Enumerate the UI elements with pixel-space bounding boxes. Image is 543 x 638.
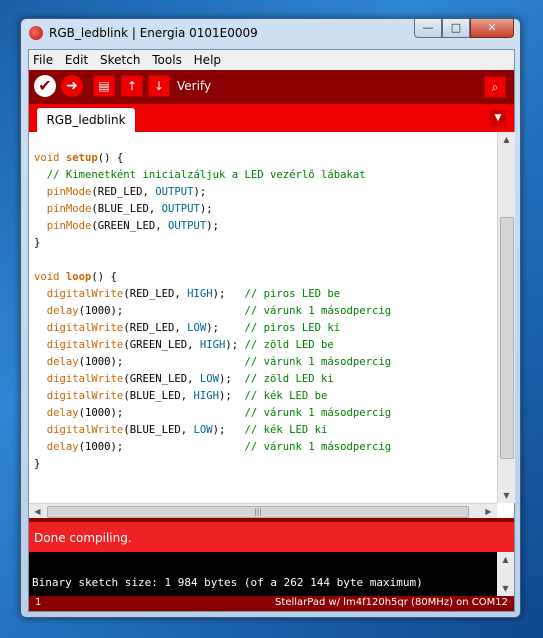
scroll-up-icon[interactable]: ▲ — [498, 132, 515, 147]
scroll-down-icon[interactable]: ▼ — [498, 488, 515, 503]
maximize-button[interactable]: □ — [442, 19, 470, 38]
serial-monitor-button[interactable]: ⌕ — [484, 76, 506, 98]
menu-help[interactable]: Help — [190, 50, 225, 67]
code-line[interactable]: void loop() { — [34, 269, 391, 286]
status-message: Done compiling. — [34, 531, 132, 545]
console-panel: Binary sketch size: 1 984 bytes (of a 26… — [29, 552, 514, 596]
scroll-right-icon[interactable]: ▶ — [480, 504, 497, 519]
code-line[interactable]: digitalWrite(BLUE_LED, HIGH); // kék LED… — [34, 388, 391, 405]
menu-sketch[interactable]: Sketch — [96, 50, 144, 67]
code-line[interactable]: digitalWrite(RED_LED, LOW); // piros LED… — [34, 320, 391, 337]
code-line[interactable]: void setup() { — [34, 150, 391, 167]
code-line[interactable]: delay(1000); // várunk 1 másodpercig — [34, 439, 391, 456]
console-output: Binary sketch size: 1 984 bytes (of a 26… — [32, 576, 423, 589]
code-line[interactable]: delay(1000); // várunk 1 másodpercig — [34, 303, 391, 320]
vertical-scroll-thumb[interactable] — [500, 217, 514, 459]
upload-button[interactable]: ➜ — [61, 75, 83, 97]
window-controls: — □ ✕ — [414, 19, 514, 39]
title-bar[interactable]: RGB_ledblink | Energia 0101E0009 — □ ✕ — [21, 19, 520, 49]
code-line[interactable]: // Kimenetként inicialzáljuk a LED vezér… — [34, 167, 391, 184]
code-line[interactable]: pinMode(RED_LED, OUTPUT); — [34, 184, 391, 201]
menu-file[interactable]: File — [29, 50, 57, 67]
code-line[interactable]: delay(1000); // várunk 1 másodpercig — [34, 354, 391, 371]
open-button[interactable]: ↑ — [121, 75, 143, 97]
code-line[interactable]: pinMode(GREEN_LED, OUTPUT); — [34, 218, 391, 235]
console-scrollbar[interactable]: ▲ ▼ — [497, 552, 514, 596]
energia-app-icon — [29, 26, 43, 40]
horizontal-scrollbar[interactable]: ◀ ||| ▶ — [29, 503, 497, 519]
minimize-button[interactable]: — — [414, 19, 442, 38]
tab-rgb-ledblink[interactable]: RGB_ledblink — [37, 108, 135, 132]
code-line[interactable] — [34, 252, 391, 269]
code-line[interactable]: pinMode(BLUE_LED, OUTPUT); — [34, 201, 391, 218]
new-button[interactable]: ▤ — [93, 75, 115, 97]
menu-tools[interactable]: Tools — [148, 50, 186, 67]
horizontal-scroll-thumb[interactable]: ||| — [47, 506, 469, 518]
line-number: 1 — [35, 597, 42, 608]
code-line[interactable]: digitalWrite(RED_LED, HIGH); // piros LE… — [34, 286, 391, 303]
code-editor[interactable]: void setup() { // Kimenetként inicialzál… — [29, 132, 497, 503]
code-text[interactable]: void setup() { // Kimenetként inicialzál… — [34, 150, 391, 473]
toolbar-status-label: Verify — [177, 79, 212, 93]
window-title: RGB_ledblink | Energia 0101E0009 — [49, 26, 258, 40]
app-window: RGB_ledblink | Energia 0101E0009 — □ ✕ F… — [20, 18, 521, 618]
code-line[interactable]: } — [34, 235, 391, 252]
code-line[interactable]: } — [34, 456, 391, 473]
code-line[interactable]: delay(1000); // várunk 1 másodpercig — [34, 405, 391, 422]
close-button[interactable]: ✕ — [470, 19, 514, 38]
code-line[interactable]: digitalWrite(GREEN_LED, HIGH); // zöld L… — [34, 337, 391, 354]
scroll-left-icon[interactable]: ◀ — [29, 504, 46, 519]
menu-bar: File Edit Sketch Tools Help — [29, 50, 514, 70]
status-bar: Done compiling. — [29, 518, 514, 552]
save-button[interactable]: ↓ — [148, 75, 170, 97]
verify-button[interactable]: ✔ — [34, 75, 56, 97]
app-body: File Edit Sketch Tools Help ✔ ➜ ▤ ↑ ↓ Ve… — [28, 49, 515, 612]
board-info: StellarPad w/ lm4f120h5qr (80MHz) on COM… — [275, 597, 508, 608]
code-line[interactable]: digitalWrite(GREEN_LED, LOW); // zöld LE… — [34, 371, 391, 388]
tab-bar: RGB_ledblink ▼ — [29, 104, 514, 132]
console-scroll-up-icon[interactable]: ▲ — [497, 552, 514, 567]
console-scroll-down-icon[interactable]: ▼ — [497, 581, 514, 596]
footer-bar: 1 StellarPad w/ lm4f120h5qr (80MHz) on C… — [29, 596, 514, 611]
toolbar: ✔ ➜ ▤ ↑ ↓ Verify ⌕ — [29, 70, 514, 104]
menu-edit[interactable]: Edit — [61, 50, 92, 67]
tab-menu-button[interactable]: ▼ — [490, 110, 506, 126]
vertical-scrollbar[interactable]: ▲ ▼ — [497, 132, 515, 503]
code-line[interactable]: digitalWrite(BLUE_LED, LOW); // kék LED … — [34, 422, 391, 439]
